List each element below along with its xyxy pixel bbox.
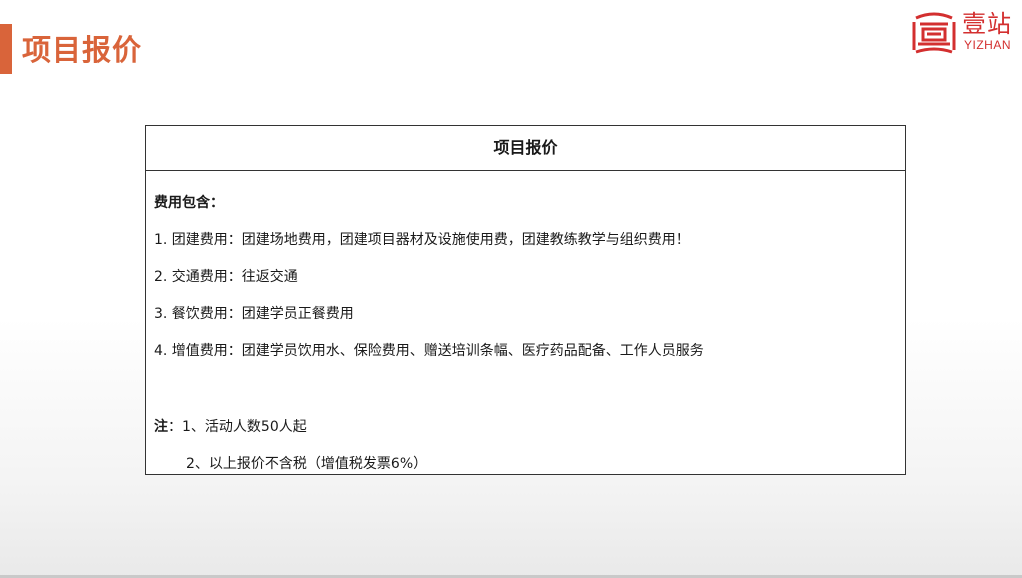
fee-item-2: 2. 交通费用：往返交通 [154,269,298,285]
logo-chinese-text: 壹站 [962,10,1012,38]
yizhan-logo-icon [912,12,956,54]
fee-item-4: 4. 增值费用：团建学员饮用水、保险费用、赠送培训条幅、医疗药品配备、工作人员服… [154,343,704,359]
page-title: 项目报价 [22,33,143,67]
quote-card-header: 项目报价 [146,126,905,171]
note-text-1: ：1、活动人数50人起 [168,419,307,435]
logo-english-text: YIZHAN [964,38,1012,52]
note-line-1: 注：1、活动人数50人起 [154,416,307,436]
brand-logo: 壹站 YIZHAN [910,8,1020,58]
fee-includes-label: 费用包含： [154,195,224,211]
fee-item-1: 1. 团建费用：团建场地费用，团建项目器材及设施使用费，团建教练教学与组织费用！ [154,232,690,248]
note-line-2: 2、以上报价不含税（增值税发票6%） [186,456,428,472]
note-label: 注 [154,419,168,435]
title-accent-bar [0,24,12,74]
fee-item-3: 3. 餐饮费用：团建学员正餐费用 [154,306,354,322]
quote-card: 项目报价 费用包含： 1. 团建费用：团建场地费用，团建项目器材及设施使用费，团… [145,125,906,475]
